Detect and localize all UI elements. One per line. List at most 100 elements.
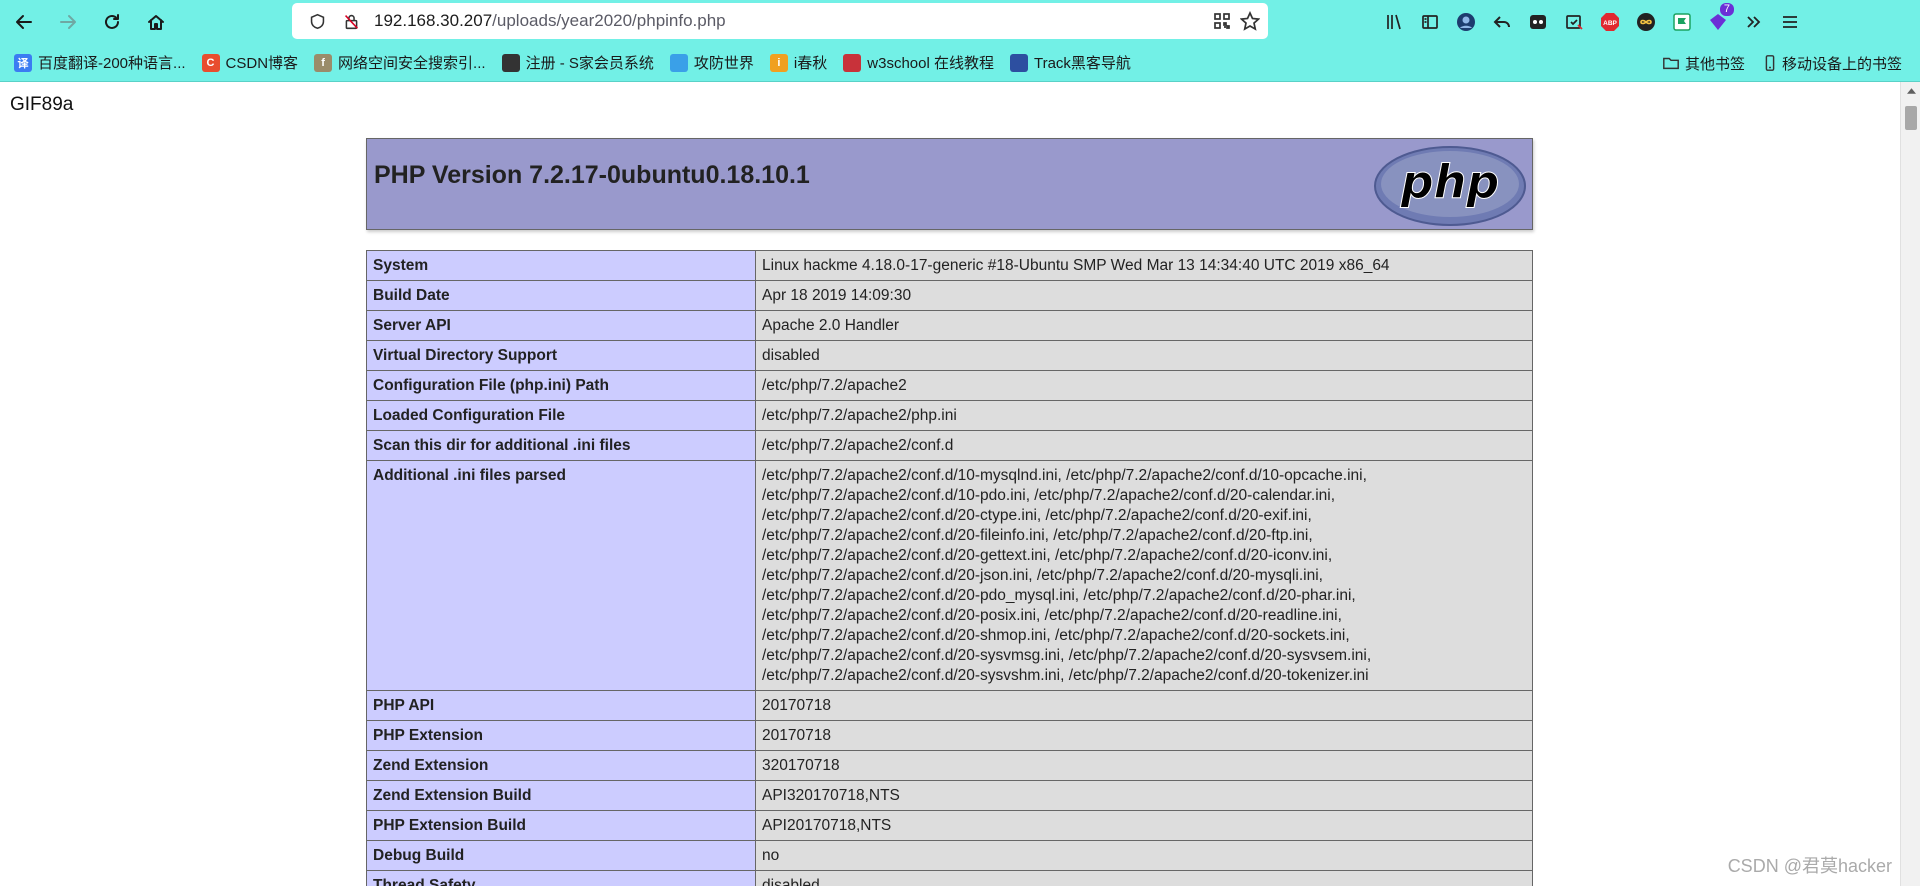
profile-button[interactable]	[1448, 0, 1484, 44]
row-key: Configuration File (php.ini) Path	[366, 370, 756, 401]
bookmark-label: CSDN博客	[225, 55, 299, 72]
undo-extension-button[interactable]	[1484, 0, 1520, 44]
undo-arrow-icon	[1493, 16, 1510, 28]
reload-icon	[105, 14, 119, 29]
screenshot-extension-button[interactable]	[1556, 0, 1592, 44]
row-key: PHP Extension Build	[366, 810, 756, 841]
green-extension-button[interactable]	[1664, 0, 1700, 44]
svg-text:php: php	[1400, 155, 1500, 209]
table-row: Debug Build no	[366, 840, 1533, 871]
bookmark-favicon-icon	[669, 53, 688, 72]
folder-icon	[1663, 57, 1679, 70]
bookmark-favicon-icon	[501, 53, 520, 72]
bookmark-item[interactable]: Track黑客导航	[1002, 48, 1139, 78]
purple-extension-button[interactable]: 7	[1700, 0, 1736, 44]
table-row: System Linux hackme 4.18.0-17-generic #18…	[366, 250, 1533, 281]
bookmark-item[interactable]: 注册 - S家会员系统	[494, 48, 662, 78]
row-key: Zend Extension Build	[366, 780, 756, 811]
vertical-scrollbar[interactable]	[1900, 82, 1920, 886]
bookmark-star-icon[interactable]	[1240, 11, 1260, 31]
adblock-icon: ABP	[1601, 13, 1619, 31]
infinity-extension-button[interactable]	[1628, 0, 1664, 44]
bookmark-item[interactable]: f 网络空间安全搜索引...	[306, 48, 494, 78]
row-key: Scan this dir for additional .ini files	[366, 430, 756, 461]
scroll-up-arrow-icon[interactable]	[1901, 82, 1920, 100]
table-row: Configuration File (php.ini) Path/etc/ph…	[366, 370, 1533, 401]
table-row: Zend Extension 320170718	[366, 750, 1533, 781]
mobile-bookmarks[interactable]: 移动设备上的书签	[1753, 48, 1910, 78]
infinity-icon	[1637, 13, 1655, 31]
row-value: disabled	[755, 870, 1533, 886]
mobile-phone-icon	[1765, 55, 1775, 71]
table-row: Thread Safety disabled	[366, 870, 1533, 886]
row-key: Server API	[366, 310, 756, 341]
table-row: Scan this dir for additional .ini files /…	[366, 430, 1533, 461]
home-button[interactable]	[136, 2, 176, 42]
table-row: Server API Apache 2.0 Handler	[366, 310, 1533, 341]
bookmark-item[interactable]: C CSDN博客	[194, 48, 307, 78]
row-key: PHP Extension	[366, 720, 756, 751]
bookmark-favicon-icon: C	[201, 53, 220, 72]
bookmark-label: 攻防世界	[693, 55, 754, 72]
overflow-button[interactable]	[1736, 0, 1772, 44]
table-row: Additional .ini files parsed/etc/php/7.2…	[366, 460, 1533, 691]
address-bar[interactable]: 192.168.30.207/uploads/year2020/phpinfo.…	[292, 3, 1268, 39]
php-version-title: PHP Version 7.2.17-0ubuntu0.18.10.1	[374, 161, 810, 189]
row-value: Apr 18 2019 14:09:30	[755, 280, 1533, 311]
row-key: System	[366, 250, 756, 281]
hamburger-menu-icon	[1783, 16, 1797, 28]
row-key: Zend Extension	[366, 750, 756, 781]
shield-icon[interactable]	[300, 3, 334, 39]
row-value: 20170718	[755, 690, 1533, 721]
row-value: Apache 2.0 Handler	[755, 310, 1533, 341]
url-text[interactable]: 192.168.30.207/uploads/year2020/phpinfo.…	[374, 11, 726, 31]
row-value: Linux hackme 4.18.0-17-generic #18-Ubunt…	[755, 250, 1533, 281]
translate-icon	[1530, 15, 1546, 29]
row-key: Build Date	[366, 280, 756, 311]
svg-text:ABP: ABP	[1603, 20, 1617, 27]
bookmark-item[interactable]: i i春秋	[762, 48, 835, 78]
browser-toolbar: 192.168.30.207/uploads/year2020/phpinfo.…	[0, 0, 1920, 44]
bookmark-item[interactable]: 译百度翻译-200种语言...	[6, 48, 194, 78]
row-value: API20170718,NTS	[755, 810, 1533, 841]
row-value: /etc/php/7.2/apache2/conf.d	[755, 430, 1533, 461]
row-key: Virtual Directory Support	[366, 340, 756, 371]
extensions-toolbar: ABP 7	[1376, 0, 1808, 44]
row-value: 20170718	[755, 720, 1533, 751]
table-row: PHP Extension Build API20170718,NTS	[366, 810, 1533, 841]
back-button[interactable]	[4, 2, 44, 42]
bookmark-item[interactable]: 攻防世界	[662, 48, 762, 78]
translate-extension-button[interactable]	[1520, 0, 1556, 44]
php-logo-icon[interactable]: php	[1374, 146, 1526, 226]
row-value: 320170718	[755, 750, 1533, 781]
reload-button[interactable]	[92, 2, 132, 42]
menu-button[interactable]	[1772, 0, 1808, 44]
row-value: disabled	[755, 340, 1533, 371]
bookmark-favicon-icon	[1009, 53, 1028, 72]
mobile-bookmarks-label: 移动设备上的书签	[1781, 55, 1902, 73]
bookmark-favicon-icon	[843, 53, 862, 72]
sidebar-button[interactable]	[1412, 0, 1448, 44]
phpinfo-container: PHP Version 7.2.17-0ubuntu0.18.10.1 php …	[366, 138, 1533, 886]
row-key: Thread Safety	[366, 870, 756, 886]
forward-button[interactable]	[48, 2, 88, 42]
bookmark-label: w3school 在线教程	[867, 55, 994, 72]
bookmark-item[interactable]: w3school 在线教程	[835, 48, 1002, 78]
library-icon	[1387, 14, 1401, 30]
other-bookmarks[interactable]: 其他书签	[1654, 48, 1753, 78]
row-value: /etc/php/7.2/apache2	[755, 370, 1533, 401]
flag-icon	[1673, 13, 1691, 31]
table-row: Build Date Apr 18 2019 14:09:30	[366, 280, 1533, 311]
insecure-lock-icon[interactable]	[334, 3, 368, 39]
row-key: Additional .ini files parsed	[366, 460, 756, 691]
screenshot-icon	[1566, 15, 1583, 30]
table-row: Virtual Directory Support disabled	[366, 340, 1533, 371]
sidebar-icon	[1422, 15, 1438, 29]
table-row: Zend Extension Build API320170718,NTS	[366, 780, 1533, 811]
adblock-extension-button[interactable]: ABP	[1592, 0, 1628, 44]
qr-code-icon[interactable]	[1212, 11, 1232, 31]
extension-badge: 7	[1719, 3, 1734, 16]
scrollbar-thumb[interactable]	[1905, 106, 1917, 130]
home-icon	[148, 15, 164, 30]
library-button[interactable]	[1376, 0, 1412, 44]
